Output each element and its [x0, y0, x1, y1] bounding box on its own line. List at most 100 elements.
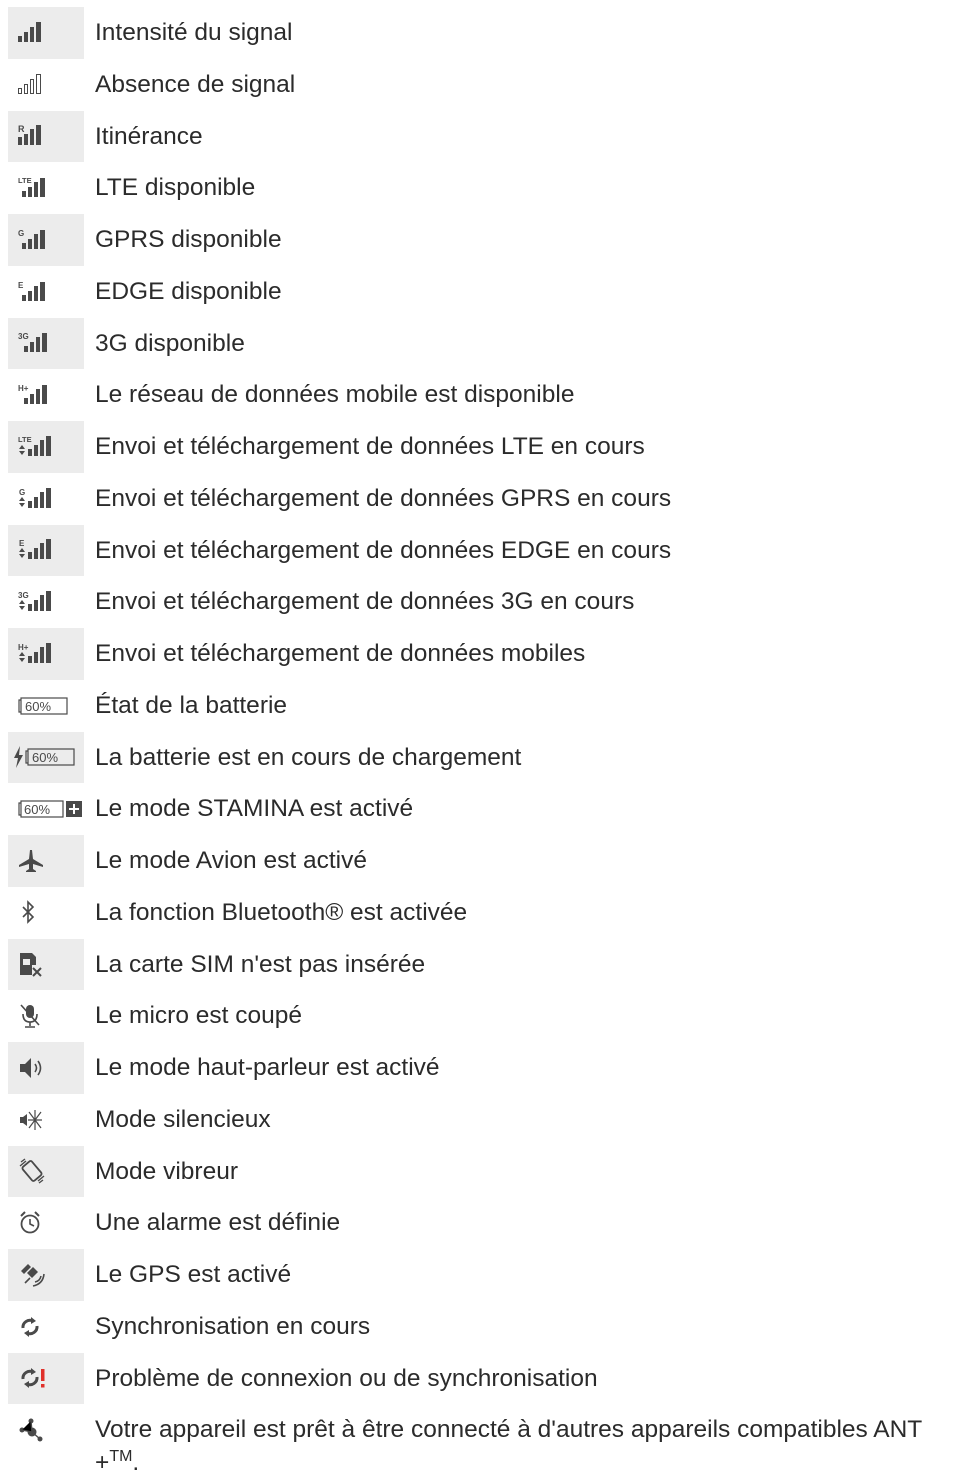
table-row: 60% La batterie est en cours de chargeme… — [8, 731, 976, 784]
stamina-mode-icon: 60% — [18, 796, 82, 822]
battery-charging-icon: 60% — [12, 744, 76, 770]
row-label: Envoi et téléchargement de données EDGE … — [95, 536, 672, 564]
no-sim-icon — [18, 951, 74, 978]
icon-cell: G — [8, 214, 84, 266]
lte-transfer-icon: LTE — [18, 434, 74, 460]
icon-cell: LTE — [8, 421, 84, 473]
table-row: H+ Envoi et téléchargement de données mo… — [8, 628, 976, 680]
icon-cell: LTE — [8, 162, 84, 214]
svg-text:R: R — [18, 124, 25, 134]
table-row: Mode silencieux — [8, 1094, 976, 1146]
row-label: 3G disponible — [95, 329, 245, 357]
row-label: Mode silencieux — [95, 1105, 271, 1133]
svg-text:LTE: LTE — [18, 176, 32, 185]
mobile-data-transfer-icon: H+ — [18, 641, 74, 667]
table-row: Intensité du signal — [8, 7, 976, 59]
table-row: La carte SIM n'est pas insérée — [8, 938, 976, 991]
row-label: Itinérance — [95, 122, 203, 150]
table-row: Le mode haut-parleur est activé — [8, 1042, 976, 1094]
row-label: Envoi et téléchargement de données 3G en… — [95, 588, 635, 616]
table-row: Le GPS est activé — [8, 1249, 976, 1301]
table-row: Votre appareil est prêt à être connecté … — [8, 1404, 976, 1484]
sync-problem-icon — [18, 1365, 74, 1391]
icon-cell: R — [8, 110, 84, 163]
airplane-mode-icon — [18, 848, 74, 874]
lte-available-icon: LTE — [18, 175, 74, 201]
no-signal-icon — [18, 72, 74, 98]
icon-cell — [8, 1352, 84, 1405]
table-row: G GPRS disponible — [8, 214, 976, 266]
row-label: Envoi et téléchargement de données GPRS … — [95, 484, 672, 512]
edge-transfer-icon: E — [18, 537, 74, 563]
row-label: Envoi et téléchargement de données mobil… — [95, 640, 586, 667]
alarm-icon — [18, 1210, 74, 1236]
table-row: Synchronisation en cours — [8, 1301, 976, 1353]
3g-transfer-icon: 3G — [18, 589, 74, 615]
silent-mode-icon — [18, 1107, 74, 1133]
svg-text:H+: H+ — [18, 643, 29, 652]
battery-percent-text: 60% — [24, 802, 50, 817]
icon-cell: 3G — [8, 317, 84, 370]
svg-text:E: E — [19, 539, 25, 548]
microphone-muted-icon — [18, 1003, 74, 1029]
table-row: LTE LTE disponible — [8, 162, 976, 214]
row-label: GPRS disponible — [95, 226, 282, 253]
gps-icon — [18, 1262, 74, 1288]
row-label: Synchronisation en cours — [95, 1312, 371, 1340]
icon-cell — [8, 887, 84, 939]
gprs-transfer-icon: G — [18, 486, 74, 512]
row-label: La fonction Bluetooth® est activée — [95, 898, 468, 926]
ant-plus-icon — [18, 1417, 74, 1443]
row-label: Le mode Avion est activé — [95, 847, 367, 874]
svg-text:3G: 3G — [18, 591, 29, 600]
table-row: Le mode Avion est activé — [8, 835, 976, 887]
battery-percent-text: 60% — [25, 699, 51, 714]
svg-text:3G: 3G — [18, 332, 29, 341]
row-label: Le mode haut-parleur est activé — [95, 1054, 440, 1081]
icon-cell: E — [8, 266, 84, 318]
icon-cell: H+ — [8, 628, 84, 680]
icon-cell — [8, 1249, 84, 1301]
row-label: Absence de signal — [95, 70, 296, 98]
table-row: Absence de signal — [8, 59, 976, 111]
icon-cell: E — [8, 524, 84, 577]
row-label: Mode vibreur — [95, 1157, 238, 1185]
vibrate-mode-icon — [18, 1158, 74, 1184]
svg-text:E: E — [18, 281, 24, 290]
table-row: H+ Le réseau de données mobile est dispo… — [8, 369, 976, 421]
icon-cell: 60% — [8, 731, 84, 784]
table-row: 60% Le mode STAMINA est activé — [8, 783, 976, 835]
mobile-data-available-icon: H+ — [18, 382, 74, 408]
table-row: 3G Envoi et téléchargement de données 3G… — [8, 576, 976, 628]
sync-icon — [18, 1314, 74, 1340]
bluetooth-icon — [18, 899, 74, 926]
svg-text:H+: H+ — [18, 384, 29, 393]
icon-cell — [8, 1094, 84, 1146]
row-label: LTE disponible — [95, 174, 256, 202]
icon-cell — [8, 1197, 84, 1249]
battery-percent-text: 60% — [32, 750, 58, 765]
svg-text:LTE: LTE — [18, 435, 32, 444]
table-row: E Envoi et téléchargement de données EDG… — [8, 524, 976, 577]
icon-cell: 60% — [8, 680, 84, 732]
table-row: La fonction Bluetooth® est activée — [8, 887, 976, 939]
table-row: E EDGE disponible — [8, 266, 976, 318]
icon-cell — [8, 59, 84, 111]
row-label: Le mode STAMINA est activé — [95, 795, 414, 823]
table-row: Problème de connexion ou de synchronisat… — [8, 1352, 976, 1405]
icon-cell: H+ — [8, 369, 84, 421]
icon-cell — [8, 835, 84, 887]
edge-available-icon: E — [18, 279, 74, 305]
status-icon-table: Intensité du signal Absence de signal R … — [8, 7, 976, 1484]
row-label: Problème de connexion ou de synchronisat… — [95, 1364, 598, 1392]
svg-text:G: G — [18, 229, 24, 238]
table-row: Une alarme est définie — [8, 1197, 976, 1249]
table-row: LTE Envoi et téléchargement de données L… — [8, 421, 976, 473]
row-label: Le GPS est activé — [95, 1261, 292, 1288]
row-label: Une alarme est définie — [95, 1209, 341, 1237]
icon-cell — [8, 1301, 84, 1353]
icon-cell — [8, 990, 84, 1042]
icon-cell — [8, 1042, 84, 1094]
row-label: État de la batterie — [95, 691, 288, 719]
icon-cell: 3G — [8, 576, 84, 628]
